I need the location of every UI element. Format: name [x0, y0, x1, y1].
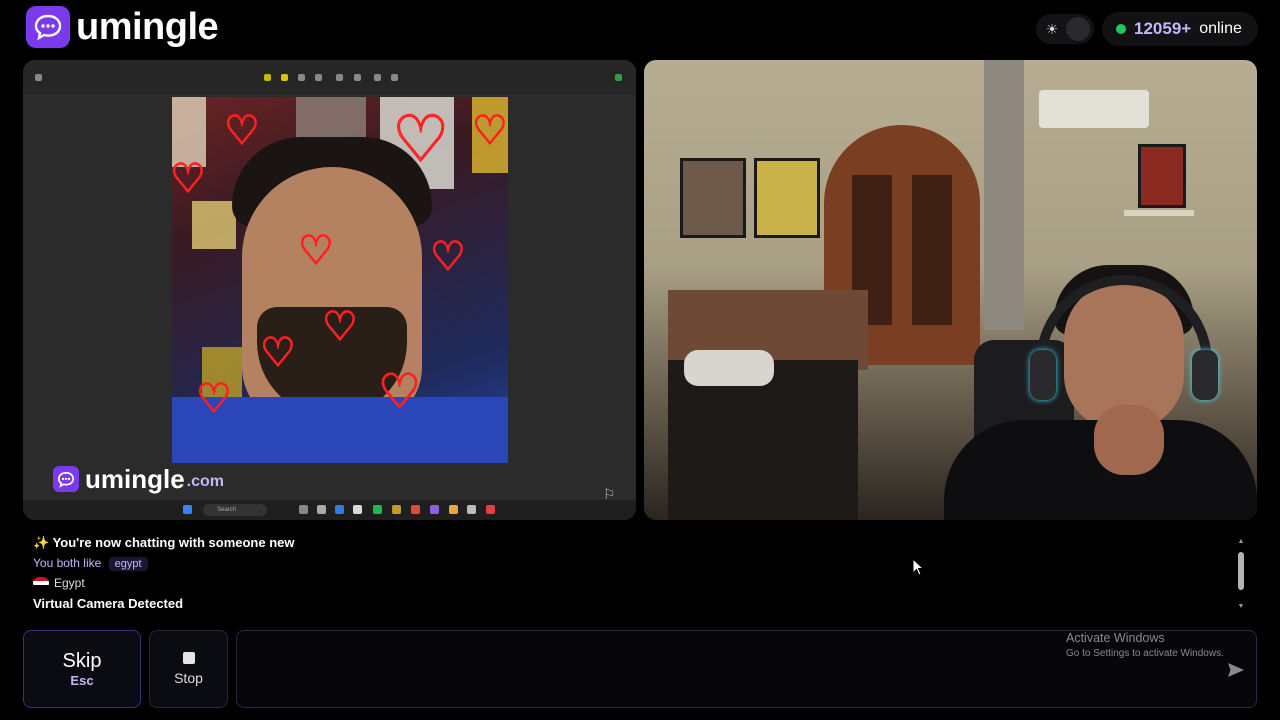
stranger-country: Egypt [33, 576, 85, 590]
heart-drawing: ♡ [172, 157, 207, 201]
heart-drawing: ♡ [321, 305, 358, 349]
chat-bubble-icon[interactable] [26, 6, 70, 48]
stop-button[interactable]: Stop [149, 630, 228, 708]
taskbar-app-icon [335, 505, 344, 514]
pen-icon [264, 74, 271, 81]
theme-toggle-knob [1066, 17, 1090, 41]
shared-interests: You both like egypt [33, 556, 148, 571]
wall-frame [754, 158, 820, 238]
os-taskbar: Search [23, 500, 636, 520]
app-header: umingle ☀ 12059+ online [0, 0, 1280, 58]
interest-tag: egypt [108, 557, 148, 571]
online-label: online [1199, 20, 1242, 37]
taskbar-app-icon [317, 505, 326, 514]
heart-drawing: ♡ [391, 103, 450, 175]
mouse-cursor-icon [912, 558, 924, 576]
webcam-feed: ♡ ♡ ♡ ♡ ♡ ♡ ♡ ♡ ♡ ♡ [172, 97, 508, 463]
status-icon [615, 74, 622, 81]
umingle-watermark: umingle .com [53, 464, 224, 494]
scroll-up-arrow-icon[interactable]: ▲ [1237, 538, 1245, 545]
skip-shortcut: Esc [70, 673, 94, 688]
taskbar-app-icon [392, 505, 401, 514]
curtain [984, 60, 1024, 330]
send-icon[interactable] [1225, 659, 1247, 681]
headphone-ear-cup [1030, 350, 1056, 400]
chat-bubble-icon [53, 466, 79, 492]
online-counter: 12059+ online [1102, 12, 1258, 46]
eraser-icon [298, 74, 305, 81]
taskbar-app-icon [486, 505, 495, 514]
screen-toolbar [23, 60, 636, 94]
heart-drawing: ♡ [259, 331, 296, 375]
local-video: ♡ ♡ ♡ ♡ ♡ ♡ ♡ ♡ ♡ ♡ umingle .com ⚐ Searc… [23, 60, 636, 520]
online-status-dot [1116, 24, 1126, 34]
taskbar-app-icon [449, 505, 458, 514]
heart-drawing: ♡ [471, 109, 508, 153]
air-conditioner [1039, 90, 1149, 128]
virtual-camera-warning: Virtual Camera Detected [33, 596, 184, 611]
heart-drawing: ♡ [429, 235, 466, 279]
shape-icon [315, 74, 322, 81]
pillow [684, 350, 774, 386]
sun-icon: ☀ [1045, 20, 1059, 37]
remote-video [644, 60, 1257, 520]
stop-label: Stop [174, 670, 203, 686]
skip-button[interactable]: Skip Esc [23, 630, 141, 708]
wall-shelf [1124, 210, 1194, 216]
windows-start-icon [183, 505, 192, 514]
egypt-flag-icon [33, 577, 49, 589]
country-name: Egypt [54, 576, 85, 590]
activate-windows-title: Activate Windows [1066, 631, 1165, 645]
brand-logo-text[interactable]: umingle [76, 6, 219, 49]
heart-drawing: ♡ [195, 377, 232, 421]
wall-frame [1138, 144, 1186, 208]
chat-log: ✨ You're now chatting with someone new Y… [23, 530, 1257, 614]
stop-square-icon [182, 652, 195, 664]
skip-label: Skip [62, 650, 102, 672]
redo-icon [391, 74, 398, 81]
message-input[interactable] [247, 651, 1207, 687]
theme-toggle[interactable]: ☀ [1036, 14, 1094, 44]
watermark-brand: umingle [85, 463, 185, 494]
taskbar-app-icon [373, 505, 382, 514]
online-count: 12059+ [1134, 19, 1192, 38]
headphone-ear-cup [1192, 350, 1218, 400]
heart-drawing: ♡ [377, 366, 422, 419]
both-like-label: You both like [33, 556, 102, 570]
undo-icon [374, 74, 381, 81]
chat-scrollbar[interactable]: ▲ ▼ [1237, 538, 1245, 610]
new-chat-text: You're now chatting with someone new [52, 535, 295, 550]
taskbar-app-icon [299, 505, 308, 514]
heart-drawing: ♡ [223, 109, 260, 153]
taskbar-app-icon [430, 505, 439, 514]
taskbar-app-icon [467, 505, 476, 514]
person-hand [1094, 405, 1164, 475]
heart-drawing: ♡ [297, 229, 334, 273]
activate-windows-subtitle: Go to Settings to activate Windows. [1066, 648, 1224, 659]
taskbar-app-icon [353, 505, 362, 514]
crop-icon [336, 74, 343, 81]
sparkles-icon: ✨ [33, 535, 50, 550]
taskbar-search: Search [203, 504, 267, 516]
tool-icon [35, 74, 42, 81]
system-message-new-chat: ✨ You're now chatting with someone new [33, 535, 295, 551]
watermark-domain: .com [186, 473, 225, 490]
scroll-thumb[interactable] [1238, 552, 1244, 590]
wall-poster [192, 201, 236, 249]
wall-frame [680, 158, 746, 238]
scroll-down-arrow-icon[interactable]: ▼ [1237, 603, 1245, 610]
window-pane [912, 175, 952, 325]
highlighter-icon [281, 74, 288, 81]
taskbar-app-icon [411, 505, 420, 514]
clear-icon [354, 74, 361, 81]
